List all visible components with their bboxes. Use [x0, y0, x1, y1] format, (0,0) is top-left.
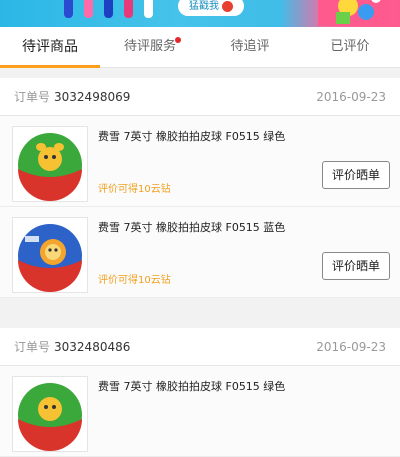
tab-label: 待评服务 [123, 39, 176, 54]
tab-reviewed[interactable]: 已评价 [300, 27, 400, 67]
toothbrush-image [104, 0, 113, 18]
product-thumbnail[interactable] [12, 126, 88, 202]
order-card: 订单号 3032498069 2016-09-23 费雪 7英寸 橡胶拍拍皮球 F… [0, 78, 400, 298]
order-header: 订单号 3032480486 2016-09-23 [0, 328, 400, 366]
product-title: 费雪 7英寸 橡胶拍拍皮球 F0515 绿色 [98, 130, 286, 143]
order-number: 3032480486 [54, 340, 131, 354]
order-number-label: 订单号 [14, 90, 51, 104]
order-item[interactable]: 费雪 7英寸 橡胶拍拍皮球 F0515 绿色 [0, 366, 400, 457]
toothbrush-image [144, 0, 153, 18]
toothbrush-image [124, 0, 133, 18]
banner-cta-button[interactable]: 猛戳我 [178, 0, 244, 16]
notification-dot-icon [175, 37, 181, 43]
tab-label: 待评商品 [22, 39, 78, 55]
product-title: 费雪 7英寸 橡胶拍拍皮球 F0515 绿色 [98, 380, 286, 393]
order-number: 3032498069 [54, 90, 131, 104]
write-review-button[interactable]: 评价晒单 [322, 161, 390, 189]
banner-cta-label: 猛戳我 [189, 1, 219, 12]
tab-pending-products[interactable]: 待评商品 [0, 27, 100, 68]
reward-hint: 评价可得10云钻 [98, 184, 171, 195]
reward-hint: 评价可得10云钻 [98, 275, 171, 286]
product-title: 费雪 7英寸 橡胶拍拍皮球 F0515 蓝色 [98, 221, 286, 234]
order-header: 订单号 3032498069 2016-09-23 [0, 78, 400, 116]
order-number-label: 订单号 [14, 340, 51, 354]
toy-illustration [318, 0, 388, 26]
product-thumbnail[interactable] [12, 217, 88, 293]
blue-ball-image [18, 224, 82, 292]
promo-banner[interactable]: 猛戳我 [0, 0, 400, 27]
play-icon [222, 0, 233, 12]
tab-label: 已评价 [330, 39, 370, 54]
order-item[interactable]: 费雪 7英寸 橡胶拍拍皮球 F0515 绿色 评价可得10云钻 评价晒单 [0, 116, 400, 207]
order-card: 订单号 3032480486 2016-09-23 费雪 7英寸 橡胶拍拍皮球 F… [0, 328, 400, 457]
product-thumbnail[interactable] [12, 376, 88, 452]
review-tabs: 待评商品 待评服务 待追评 已评价 [0, 27, 400, 68]
toothbrush-image [64, 0, 73, 18]
toothbrush-image [84, 0, 93, 18]
order-item[interactable]: 费雪 7英寸 橡胶拍拍皮球 F0515 蓝色 评价可得10云钻 评价晒单 [0, 207, 400, 298]
write-review-button[interactable]: 评价晒单 [322, 252, 390, 280]
green-ball-image [18, 383, 82, 451]
tab-pending-service[interactable]: 待评服务 [100, 27, 200, 67]
order-date: 2016-09-23 [316, 89, 386, 104]
order-date: 2016-09-23 [316, 339, 386, 354]
green-ball-image [18, 133, 82, 201]
tab-label: 待追评 [230, 39, 270, 54]
tab-pending-followup[interactable]: 待追评 [200, 27, 300, 67]
